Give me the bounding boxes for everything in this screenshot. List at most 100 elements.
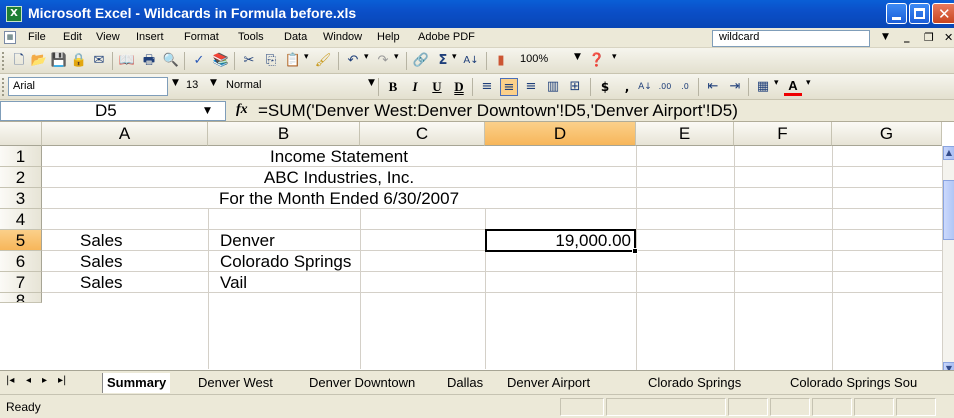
sheet-tab-summary[interactable]: Summary <box>102 373 171 393</box>
next-sheet-icon[interactable]: ▸ <box>42 375 47 386</box>
toolbar-grip[interactable] <box>2 78 5 96</box>
excel-icon[interactable]: X <box>6 6 22 22</box>
email-icon[interactable]: ✉ <box>90 52 108 70</box>
align-right-icon[interactable]: ≡ <box>522 78 540 96</box>
last-sheet-icon[interactable]: ▸| <box>58 375 66 386</box>
maximize-button[interactable] <box>909 3 930 24</box>
row-header-6[interactable]: 6 <box>0 251 42 272</box>
undo-icon[interactable]: ↶ <box>344 52 362 70</box>
menu-view[interactable]: View <box>96 31 120 43</box>
sheet-tab-dallas[interactable]: Dallas <box>447 373 483 393</box>
bold-button[interactable]: B <box>384 78 402 96</box>
paste-icon[interactable]: 📋 <box>284 52 302 70</box>
zoom-select[interactable]: 100% <box>516 51 566 70</box>
toolbar-options-icon[interactable]: ▾ <box>612 52 617 62</box>
row-header-1[interactable]: 1 <box>0 146 42 167</box>
cut-icon[interactable]: ✂ <box>240 52 258 70</box>
column-header-b[interactable]: B <box>208 122 360 146</box>
sort-ascending-icon[interactable]: A↓ <box>462 52 480 70</box>
help-search-input[interactable]: wildcard <box>712 30 870 47</box>
cell-b6[interactable]: Colorado Springs <box>220 251 351 272</box>
research-book-icon[interactable]: 📚 <box>212 52 230 70</box>
chart-wizard-icon[interactable]: ▮ <box>492 52 510 70</box>
help-icon[interactable]: ❓ <box>588 52 606 70</box>
vertical-scrollbar[interactable]: ▲ ▼ <box>942 146 954 370</box>
font-color-icon[interactable]: A <box>784 78 802 96</box>
fill-handle[interactable] <box>632 248 638 254</box>
sheet-tab-denver-airport[interactable]: Denver Airport <box>507 373 590 393</box>
insert-function-icon[interactable]: fx <box>236 102 248 118</box>
row-header-8[interactable]: 8 <box>0 293 42 303</box>
column-header-g[interactable]: G <box>832 122 942 146</box>
close-button[interactable]: ✕ <box>932 3 954 24</box>
menu-adobe-pdf[interactable]: Adobe PDF <box>418 31 475 43</box>
comma-style-icon[interactable]: , <box>618 78 636 96</box>
scroll-down-icon[interactable]: ▼ <box>943 362 954 370</box>
sort-az-icon[interactable]: A↓ <box>636 78 654 96</box>
column-header-d[interactable]: D <box>485 122 636 146</box>
select-all-corner[interactable] <box>0 122 42 146</box>
new-document-icon[interactable]: 🗋 <box>10 52 28 70</box>
column-header-a[interactable]: A <box>42 122 208 146</box>
cell-a6[interactable]: Sales <box>80 251 123 272</box>
permission-icon[interactable]: 🔒 <box>70 52 88 70</box>
font-size-select[interactable]: 13 <box>182 77 208 96</box>
menu-insert[interactable]: Insert <box>136 31 164 43</box>
open-folder-icon[interactable]: 📂 <box>30 52 48 70</box>
chevron-down-icon[interactable]: ▼ <box>172 78 179 88</box>
save-icon[interactable]: 💾 <box>50 52 68 70</box>
menu-data[interactable]: Data <box>284 31 307 43</box>
justify-icon[interactable]: ▥ <box>544 78 562 96</box>
hyperlink-icon[interactable]: 🔗 <box>412 52 430 70</box>
chevron-down-icon[interactable]: ▼ <box>882 32 889 42</box>
scroll-thumb[interactable] <box>943 180 954 240</box>
print-preview-icon[interactable]: 🔍 <box>162 52 180 70</box>
menu-format[interactable]: Format <box>184 31 219 43</box>
print-icon[interactable]: 🖶 <box>140 52 158 70</box>
autosum-icon[interactable]: Σ <box>434 52 452 70</box>
menu-file[interactable]: File <box>28 31 46 43</box>
report-title[interactable]: Income Statement <box>42 146 636 167</box>
formula-input[interactable]: =SUM('Denver West:Denver Downtown'!D5,'D… <box>258 101 738 121</box>
row-header-2[interactable]: 2 <box>0 167 42 188</box>
sheet-tab-denver-downtown[interactable]: Denver Downtown <box>309 373 415 393</box>
row-header-5[interactable]: 5 <box>0 230 42 251</box>
cell-b5[interactable]: Denver <box>220 230 275 251</box>
chevron-down-icon[interactable]: ▼ <box>368 78 375 88</box>
decrease-indent-icon[interactable]: ⇤ <box>704 78 722 96</box>
sheet-tab-colorado-springs-sou[interactable]: Colorado Springs Sou <box>790 373 917 393</box>
first-sheet-icon[interactable]: |◂ <box>6 375 14 386</box>
align-left-icon[interactable]: ≡ <box>478 78 496 96</box>
decrease-decimal-icon[interactable]: .0 <box>676 78 694 96</box>
cell-a7[interactable]: Sales <box>80 272 123 293</box>
menu-edit[interactable]: Edit <box>63 31 82 43</box>
font-name-select[interactable]: Arial <box>8 77 168 96</box>
chevron-down-icon[interactable]: ▾ <box>304 52 309 62</box>
menu-window[interactable]: Window <box>323 31 362 43</box>
style-select[interactable]: Normal <box>222 77 362 96</box>
cell-a5[interactable]: Sales <box>80 230 123 251</box>
toolbar-grip[interactable] <box>2 52 5 70</box>
redo-icon[interactable]: ↷ <box>374 52 392 70</box>
chevron-down-icon[interactable]: ▾ <box>364 52 369 62</box>
report-period[interactable]: For the Month Ended 6/30/2007 <box>42 188 636 209</box>
merge-center-icon[interactable]: ⊞ <box>566 78 584 96</box>
menu-tools[interactable]: Tools <box>238 31 264 43</box>
doc-close-icon[interactable]: ✕ <box>944 31 953 44</box>
cell-b7[interactable]: Vail <box>220 272 247 293</box>
company-name[interactable]: ABC Industries, Inc. <box>42 167 636 188</box>
doc-restore-icon[interactable]: ❐ <box>924 31 934 44</box>
worksheet-grid[interactable]: A B C D E F G 1 2 3 4 5 6 7 8 Income Sta… <box>0 122 954 370</box>
increase-decimal-icon[interactable]: .00 <box>656 78 674 96</box>
row-header-3[interactable]: 3 <box>0 188 42 209</box>
format-painter-icon[interactable]: 🖌 <box>314 52 332 70</box>
copy-icon[interactable]: ⎘ <box>262 52 280 70</box>
prev-sheet-icon[interactable]: ◂ <box>26 375 31 386</box>
name-box[interactable]: D5 <box>0 101 226 121</box>
row-header-7[interactable]: 7 <box>0 272 42 293</box>
chevron-down-icon[interactable]: ▾ <box>774 78 779 88</box>
scroll-up-icon[interactable]: ▲ <box>943 146 954 160</box>
chevron-down-icon[interactable]: ▾ <box>394 52 399 62</box>
borders-icon[interactable]: ▦ <box>754 78 772 96</box>
column-header-e[interactable]: E <box>636 122 734 146</box>
